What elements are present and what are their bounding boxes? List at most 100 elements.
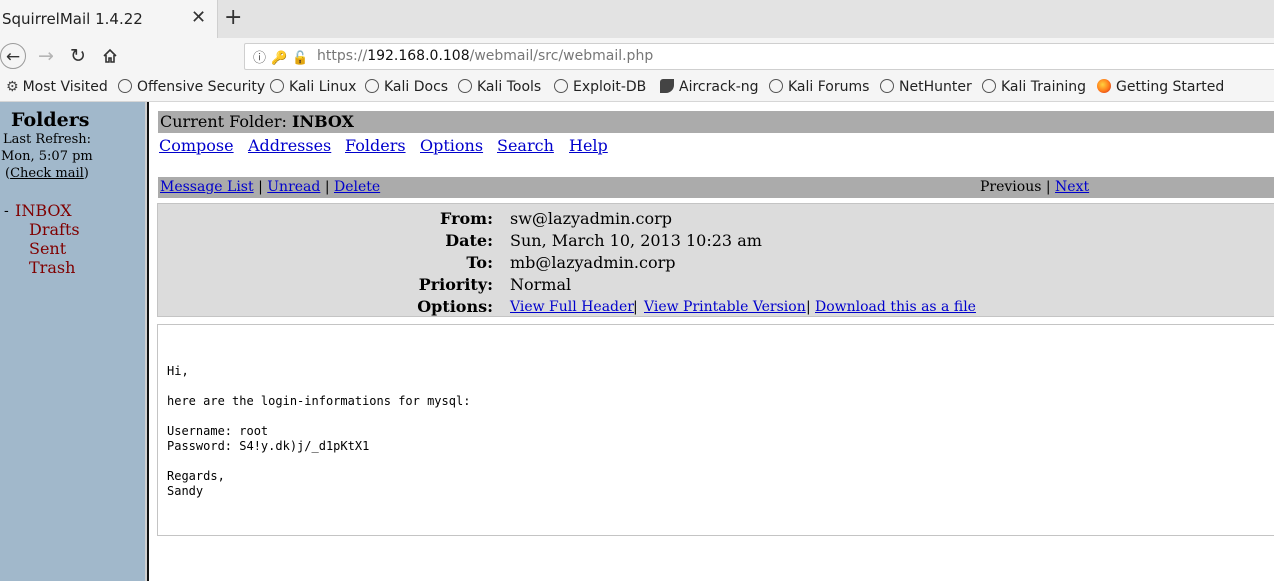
url-bar[interactable]: ⓘ 🔑 🔓 https://192.168.0.108/webmail/src/we… [244,43,1274,70]
bookmark-label: Kali Docs [384,79,449,95]
separator: | [324,179,330,195]
key-icon[interactable]: 🔑 [271,51,287,66]
message-body: Hi, here are the login-informations for … [157,324,1274,536]
globe-icon [982,79,996,93]
globe-icon [118,79,132,93]
bookmark-label: NetHunter [899,79,972,95]
bookmark-label: Aircrack-ng [679,79,759,95]
globe-icon [769,79,783,93]
globe-icon [270,79,284,93]
current-folder-bar: Current Folder: INBOX [158,111,1274,133]
message-view: Current Folder: INBOX Compose Addresses … [149,102,1274,581]
folder-drafts[interactable]: Drafts [29,220,80,239]
paren-close: ) [83,166,89,181]
view-printable-version-link[interactable]: View Printable Version [644,299,806,315]
bookmark-kali-forums[interactable]: Kali Forums [769,79,869,95]
check-mail: (Check mail) [5,166,89,181]
check-mail-link[interactable]: Check mail [10,166,84,181]
reload-icon[interactable]: ↻ [65,43,91,69]
nav-bar: ← → ↻ ⓘ 🔑 🔓 https://192.168.0.108/webmail/… [0,38,1274,74]
bookmark-kali-linux[interactable]: Kali Linux [270,79,356,95]
folder-inbox[interactable]: INBOX [15,201,72,220]
tab-strip: SquirrelMail 1.4.22 ✕ + [0,0,1274,38]
bookmark-getting-started[interactable]: Getting Started [1097,79,1224,95]
last-refresh-label: Last Refresh: [3,132,92,147]
forward-arrow-icon[interactable]: → [33,43,59,69]
prev-next: Previous | Next [980,179,1089,195]
unread-link[interactable]: Unread [267,179,320,195]
folder-trash[interactable]: Trash [29,258,75,277]
view-full-header-link[interactable]: View Full Header [510,299,634,315]
separator: | [806,299,811,315]
home-icon[interactable] [97,43,123,69]
folders-link[interactable]: Folders [345,136,406,155]
to-value: mb@lazyadmin.corp [510,253,676,272]
compose-link[interactable]: Compose [159,136,234,155]
from-value: sw@lazyadmin.corp [510,209,672,228]
download-file-link[interactable]: Download this as a file [815,299,976,315]
priority-label: Priority: [418,275,493,294]
active-folder-marker: - [4,203,9,219]
bookmark-offensive-security[interactable]: Offensive Security [118,79,265,95]
message-list-link[interactable]: Message List [160,179,254,195]
firefox-icon [1097,79,1111,93]
bookmark-label: Offensive Security [137,79,266,95]
gear-icon: ⚙ [6,79,19,95]
bookmark-label: Kali Forums [788,79,870,95]
from-label: From: [439,209,493,228]
next-link[interactable]: Next [1055,179,1089,195]
url-icons: ⓘ 🔑 🔓 [253,47,313,66]
date-label: Date: [445,231,493,250]
close-tab-icon[interactable]: ✕ [191,7,206,28]
bookmark-kali-tools[interactable]: Kali Tools [458,79,541,95]
search-link[interactable]: Search [497,136,554,155]
delete-link[interactable]: Delete [334,179,380,195]
globe-icon [365,79,379,93]
insecure-lock-icon[interactable]: 🔓 [292,51,308,66]
back-arrow-icon[interactable]: ← [0,43,26,69]
folder-sent[interactable]: Sent [29,239,66,258]
options-label: Options: [417,297,493,316]
to-label: To: [466,253,493,272]
options-link[interactable]: Options [420,136,483,155]
bookmark-label: Getting Started [1116,79,1225,95]
help-link[interactable]: Help [569,136,608,155]
new-tab-icon[interactable]: + [224,5,242,30]
addresses-link[interactable]: Addresses [248,136,331,155]
previous-label: Previous [980,179,1042,195]
priority-value: Normal [510,275,572,294]
bookmark-label: Kali Linux [289,79,357,95]
bookmark-label: Most Visited [22,79,108,95]
bookmark-kali-docs[interactable]: Kali Docs [365,79,448,95]
browser-tab[interactable]: SquirrelMail 1.4.22 ✕ [0,0,218,38]
bookmark-kali-training[interactable]: Kali Training [982,79,1086,95]
last-refresh-time: Mon, 5:07 pm [1,149,93,164]
current-folder-label: Current Folder: [160,112,292,131]
globe-icon [554,79,568,93]
bookmark-label: Exploit-DB [573,79,647,95]
folders-title: Folders [11,109,90,131]
info-icon[interactable]: ⓘ [253,51,266,66]
globe-icon [880,79,894,93]
tab-title: SquirrelMail 1.4.22 [2,10,143,28]
url-path: /webmail/src/webmail.php [469,48,654,64]
date-value: Sun, March 10, 2013 10:23 am [510,231,762,250]
url-text[interactable]: https://192.168.0.108/webmail/src/webmai… [317,48,653,64]
bookmark-most-visited[interactable]: ⚙ Most Visited [6,79,108,95]
url-prefix: https:// [317,48,368,64]
current-folder-name: INBOX [291,112,354,131]
bookmark-exploit-db[interactable]: Exploit-DB [554,79,646,95]
aircrack-icon [660,79,674,93]
globe-icon [458,79,472,93]
separator: | [1045,179,1051,195]
separator: | [258,179,263,195]
separator: | [633,299,638,315]
message-body-text: Hi, here are the login-informations for … [167,364,471,498]
message-headers: From: sw@lazyadmin.corp Date: Sun, March… [157,203,1274,317]
message-nav-bar: Message List | Unread | Delete Previous … [158,177,1274,198]
url-host: 192.168.0.108 [367,48,470,64]
bookmark-label: Kali Training [1001,79,1086,95]
bookmarks-bar: ⚙ Most Visited Offensive Security Kali Li… [0,74,1274,102]
bookmark-aircrack-ng[interactable]: Aircrack-ng [660,79,759,95]
bookmark-nethunter[interactable]: NetHunter [880,79,972,95]
